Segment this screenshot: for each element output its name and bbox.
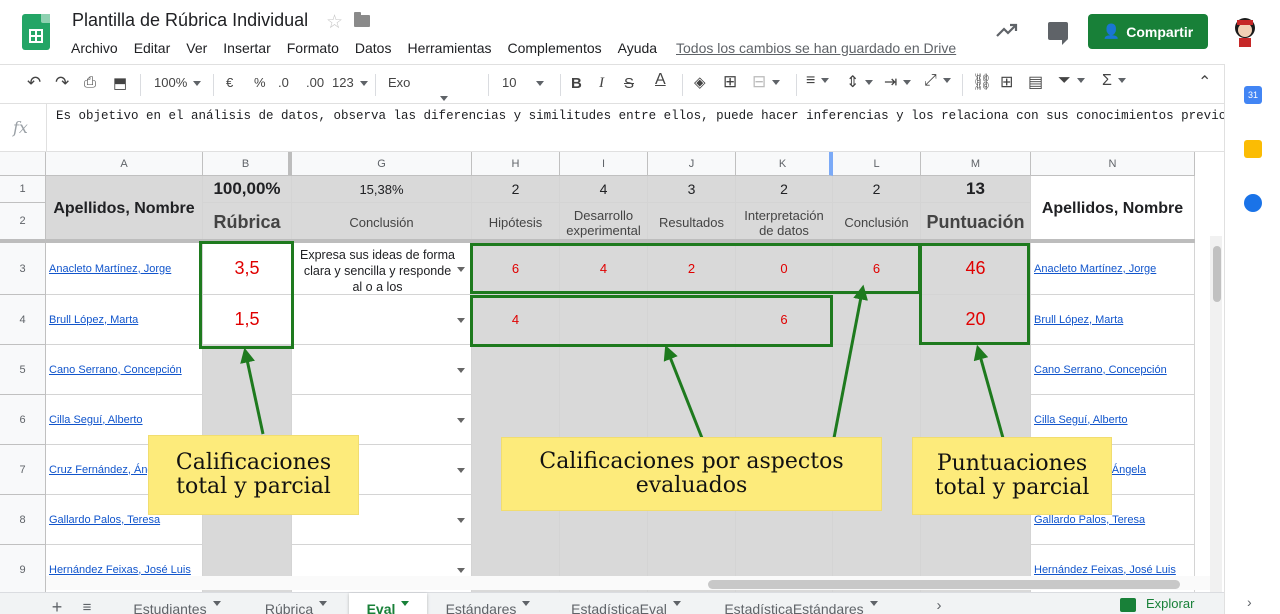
bold-button[interactable]: B [571, 75, 582, 92]
italic-button[interactable]: I [599, 75, 604, 92]
explore-label: Explorar [1146, 596, 1195, 611]
menu-bar: Archivo Editar Ver Insertar Formato Dato… [71, 40, 673, 56]
print-icon[interactable]: ⎙ [84, 74, 96, 91]
redo-icon[interactable]: ↷ [55, 73, 69, 93]
expand-side-panel-icon[interactable]: › [1247, 594, 1252, 610]
fx-icon: fx [13, 118, 28, 137]
tasks-icon[interactable] [1244, 194, 1262, 212]
callout-aspect-grades: Calificaciones por aspectos evaluados [502, 438, 881, 510]
folder-icon[interactable] [354, 12, 370, 27]
menu-ayuda[interactable]: Ayuda [618, 40, 657, 56]
person-icon: 👤 [1102, 23, 1121, 39]
calendar-icon[interactable]: 31 [1244, 86, 1262, 104]
sheets-app: Plantilla de Rúbrica Individual ☆ Archiv… [0, 0, 1280, 614]
share-label: Compartir [1126, 23, 1194, 40]
text-rotation-icon[interactable]: ⤢ [924, 72, 951, 90]
text-color-button[interactable]: A [655, 71, 666, 89]
collapse-toolbar-icon[interactable]: ⌃ [1198, 72, 1211, 92]
filter-icon[interactable]: ⏷ [1058, 72, 1085, 90]
callout-right-line2: total y parcial [934, 475, 1090, 500]
font-select[interactable]: Exo [388, 75, 470, 105]
document-title[interactable]: Plantilla de Rúbrica Individual [72, 10, 308, 31]
comment-icon[interactable] [1048, 22, 1068, 45]
insert-chart-icon[interactable]: ▤ [1028, 72, 1043, 92]
formula-input[interactable]: Es objetivo en el análisis de datos, obs… [56, 109, 1234, 123]
menu-formato[interactable]: Formato [287, 40, 339, 56]
currency-format-button[interactable]: € [226, 75, 233, 90]
sheet-tabs-bar: + ≡ Estudiantes Rúbrica Eval Estándares … [0, 592, 1224, 614]
formula-bar: fx Es objetivo en el análisis de datos, … [0, 104, 1234, 152]
percent-format-button[interactable]: % [254, 75, 266, 90]
font-size-select[interactable]: 10 [502, 75, 552, 90]
zoom-select[interactable]: 100% [154, 75, 202, 90]
tab-estudiantes[interactable]: Estudiantes [118, 593, 236, 614]
menu-herramientas[interactable]: Herramientas [407, 40, 491, 56]
tab-eval[interactable]: Eval [349, 593, 427, 614]
paint-format-icon[interactable]: ⬒ [113, 74, 127, 92]
strikethrough-button[interactable]: S [624, 75, 634, 92]
spreadsheet-grid: A B G H I J K L M N 1 2 3 4 5 6 7 8 9 Ap… [0, 152, 1224, 592]
undo-icon[interactable]: ↶ [27, 73, 41, 93]
decrease-decimal-button[interactable]: .0 [278, 75, 289, 90]
share-button[interactable]: 👤 Compartir [1088, 14, 1208, 49]
vertical-scroll-thumb[interactable] [1213, 246, 1221, 302]
insert-comment-icon[interactable]: ⊞ [1000, 72, 1013, 92]
menu-editar[interactable]: Editar [134, 40, 171, 56]
all-sheets-icon[interactable]: ≡ [78, 593, 96, 614]
align-vertical-icon[interactable]: ⇕ [846, 72, 874, 92]
menu-insertar[interactable]: Insertar [223, 40, 270, 56]
tab-rubrica[interactable]: Rúbrica [248, 593, 344, 614]
horizontal-scroll-thumb[interactable] [708, 580, 1180, 589]
insert-link-icon[interactable]: ⛓ [972, 72, 992, 92]
tab-estandares[interactable]: Estándares [432, 593, 544, 614]
formula-divider [46, 104, 47, 152]
menu-datos[interactable]: Datos [355, 40, 392, 56]
menu-archivo[interactable]: Archivo [71, 40, 118, 56]
fill-color-icon[interactable]: ◈ [694, 73, 706, 91]
side-panel: 31 › [1224, 64, 1280, 614]
annotation-arrows [240, 284, 1005, 439]
explore-icon [1120, 597, 1136, 612]
save-status-link[interactable]: Todos los cambios se han guardado en Dri… [676, 40, 956, 56]
callout-center-line1: Calificaciones por aspectos [539, 449, 844, 474]
explore-button[interactable]: Explorar [1120, 596, 1224, 614]
menu-ver[interactable]: Ver [186, 40, 207, 56]
number-format-select[interactable]: 123 [332, 75, 368, 90]
scroll-tabs-right-icon[interactable]: › [930, 593, 948, 614]
toolbar: ↶ ↷ ⎙ ⬒ 100% € % .0 .00 123 Exo 10 B I S… [0, 64, 1224, 104]
tab-estadistica-eval[interactable]: EstadísticaEval [555, 593, 697, 614]
keep-icon[interactable] [1244, 140, 1262, 158]
align-horizontal-icon[interactable]: ≡ [806, 72, 830, 90]
merge-cells-icon[interactable]: ⊟ [752, 72, 781, 92]
increase-decimal-button[interactable]: .00 [306, 75, 324, 90]
callout-left-line2: total y parcial [176, 474, 331, 499]
star-icon[interactable]: ☆ [326, 11, 343, 34]
add-sheet-button[interactable]: + [48, 593, 66, 614]
callout-total-partial-grades: Calificaciones total y parcial [149, 436, 358, 514]
callout-left-line1: Calificaciones [175, 450, 332, 475]
tab-estadistica-estandares[interactable]: EstadísticaEstándares [708, 593, 894, 614]
sheets-logo-icon[interactable] [22, 14, 50, 50]
callout-center-line2: evaluados [635, 473, 748, 498]
avatar[interactable] [1228, 14, 1262, 48]
activity-trend-icon[interactable] [996, 22, 1018, 38]
functions-button[interactable]: Σ [1102, 72, 1126, 90]
app-header: Plantilla de Rúbrica Individual ☆ Archiv… [0, 0, 1280, 64]
callout-total-partial-scores: Puntuaciones total y parcial [913, 438, 1111, 514]
callout-right-line1: Puntuaciones [936, 451, 1088, 476]
text-wrap-icon[interactable]: ⇥ [884, 72, 912, 92]
menu-complementos[interactable]: Complementos [507, 40, 601, 56]
borders-icon[interactable]: ⊞ [723, 72, 737, 92]
